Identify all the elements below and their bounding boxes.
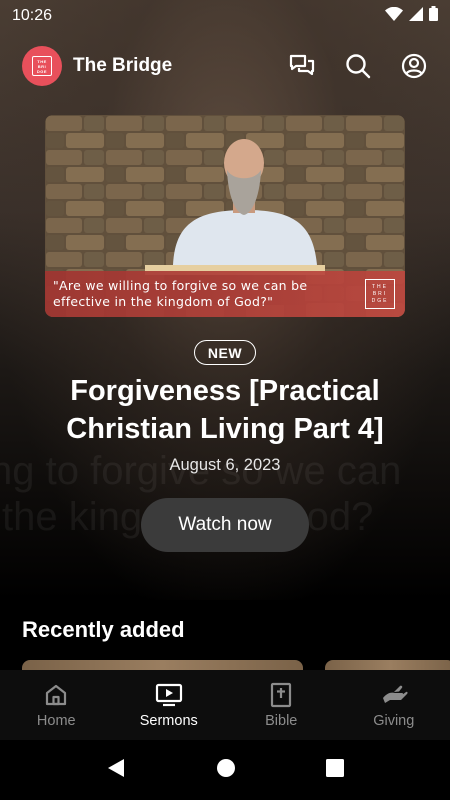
- caption-logo: THE BRI DGE: [365, 279, 395, 309]
- chat-icon[interactable]: [288, 52, 316, 80]
- back-icon[interactable]: [106, 758, 126, 783]
- recents-icon[interactable]: [326, 758, 344, 782]
- sermon-date: August 6, 2023: [169, 456, 281, 474]
- home-circle-icon[interactable]: [216, 758, 236, 783]
- sermon-title: Forgiveness [Practical Christian Living …: [66, 375, 384, 445]
- caption-quote: "Are we willing to forgive so we can be …: [53, 278, 308, 309]
- logo-mark: THE BRI DGE: [32, 56, 52, 76]
- nav-item-giving[interactable]: Giving: [338, 670, 450, 740]
- app-logo[interactable]: THE BRI DGE: [22, 46, 62, 86]
- nav-item-sermons[interactable]: Sermons: [113, 670, 226, 740]
- watch-now-button[interactable]: Watch now: [141, 498, 309, 552]
- nav-label-bible: Bible: [265, 712, 298, 729]
- battery-icon: [429, 6, 438, 26]
- account-icon[interactable]: [400, 52, 428, 80]
- giving-icon: [380, 682, 408, 708]
- system-nav-bar: [0, 740, 450, 800]
- nav-item-home[interactable]: Home: [0, 670, 113, 740]
- section-title-recently-added: Recently added: [22, 617, 185, 642]
- sermon-thumbnail[interactable]: "Are we willing to forgive so we can be …: [45, 115, 405, 317]
- bottom-nav: Home Sermons Bible Giving: [0, 670, 450, 740]
- logo-text-3: DGE: [36, 68, 48, 74]
- new-badge: NEW: [194, 340, 256, 365]
- search-icon[interactable]: [344, 52, 372, 80]
- sermons-icon: [155, 682, 183, 708]
- app-header: THE BRI DGE The Bridge: [0, 44, 450, 88]
- caption-bar: "Are we willing to forgive so we can be …: [45, 271, 405, 317]
- nav-label-sermons: Sermons: [139, 712, 198, 729]
- status-bar: 10:26: [0, 0, 450, 32]
- wifi-icon: [385, 6, 403, 26]
- app-title: The Bridge: [73, 55, 173, 76]
- caption-logo-text-1: THE: [372, 283, 388, 290]
- home-icon: [42, 682, 70, 708]
- status-time: 10:26: [12, 7, 53, 24]
- nav-label-home: Home: [36, 712, 76, 729]
- caption-logo-text-2: BRI: [372, 290, 388, 297]
- caption-logo-text-3: DGE: [371, 297, 389, 304]
- nav-item-bible[interactable]: Bible: [225, 670, 338, 740]
- signal-icon: [409, 6, 423, 26]
- bible-icon: [267, 682, 295, 708]
- nav-label-giving: Giving: [373, 712, 415, 729]
